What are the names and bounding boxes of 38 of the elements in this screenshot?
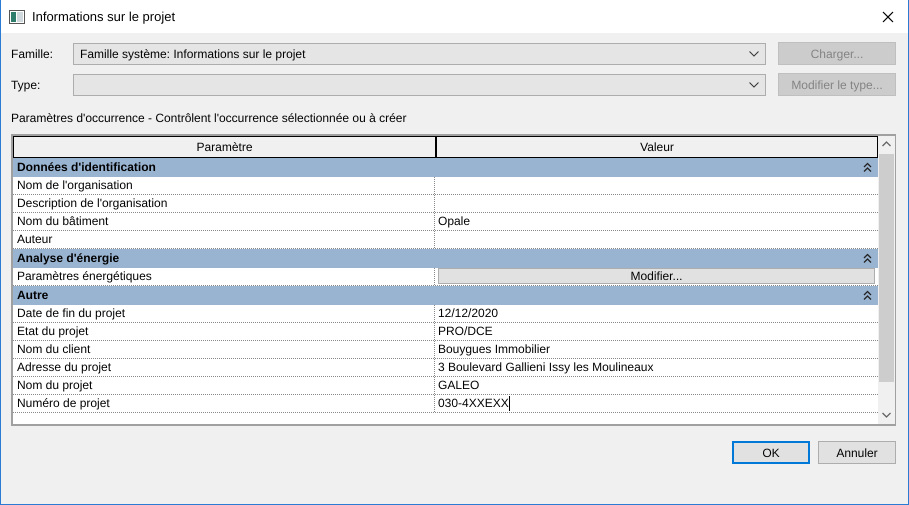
- table-cell-text: Bouygues Immobilier: [437, 341, 552, 358]
- dropdown[interactable]: Famille système: Informations sur le projet: [73, 42, 766, 64]
- table-cell: Description de l'organisation: [13, 195, 435, 212]
- table-cell: Numéro de projet: [13, 395, 435, 412]
- section-caption: Paramètres d'occurrence - Contrôlent l'occurrence sélectionnée ou à créer: [10, 110, 408, 127]
- table-cell: Nom du bâtiment: [13, 213, 435, 230]
- table-cell: Nom du projet: [13, 377, 435, 394]
- table-cell-text: Opale: [437, 213, 472, 230]
- table-cell: Auteur: [13, 231, 435, 248]
- table-cell-text: 3 Boulevard Gallieni Issy les Moulineaux: [437, 359, 654, 376]
- table-cell: Nom du client: [13, 341, 435, 358]
- window-icon: [9, 10, 25, 24]
- column-header: Valeur: [436, 136, 878, 158]
- group-header[interactable]: Autre: [13, 286, 878, 305]
- field-label: Type:: [11, 76, 42, 94]
- table-cell: Etat du projet: [13, 323, 435, 340]
- column-header: Paramètre: [13, 136, 436, 158]
- field-label: Famille:: [11, 46, 54, 62]
- table-cell-text: GALEO: [437, 377, 480, 394]
- table-cell-text: PRO/DCE: [437, 323, 494, 340]
- table-cell: Nom de l'organisation: [13, 177, 435, 194]
- table-cell-text: 030-4XXEXX: [437, 395, 511, 412]
- table-cell: Adresse du projet: [13, 359, 435, 376]
- ok-button[interactable]: OK: [732, 441, 810, 464]
- table-cell: Paramètres énergétiques: [13, 268, 435, 285]
- collapse-icon[interactable]: [863, 162, 872, 173]
- table-cell-text: 12/12/2020: [437, 305, 500, 322]
- group-header[interactable]: Analyse d'énergie: [13, 249, 878, 268]
- cancel-button[interactable]: Annuler: [818, 441, 896, 464]
- window-title: Informations sur le projet: [32, 8, 176, 26]
- edit-button[interactable]: Modifier...: [438, 268, 875, 284]
- group-header[interactable]: Données d'identification: [13, 158, 878, 177]
- collapse-icon[interactable]: [863, 253, 872, 264]
- close-icon[interactable]: [882, 10, 894, 22]
- caret-icon: [749, 82, 759, 88]
- table-cell: Date de fin du projet: [13, 305, 435, 322]
- collapse-icon[interactable]: [863, 290, 872, 301]
- caret-icon: [749, 50, 759, 56]
